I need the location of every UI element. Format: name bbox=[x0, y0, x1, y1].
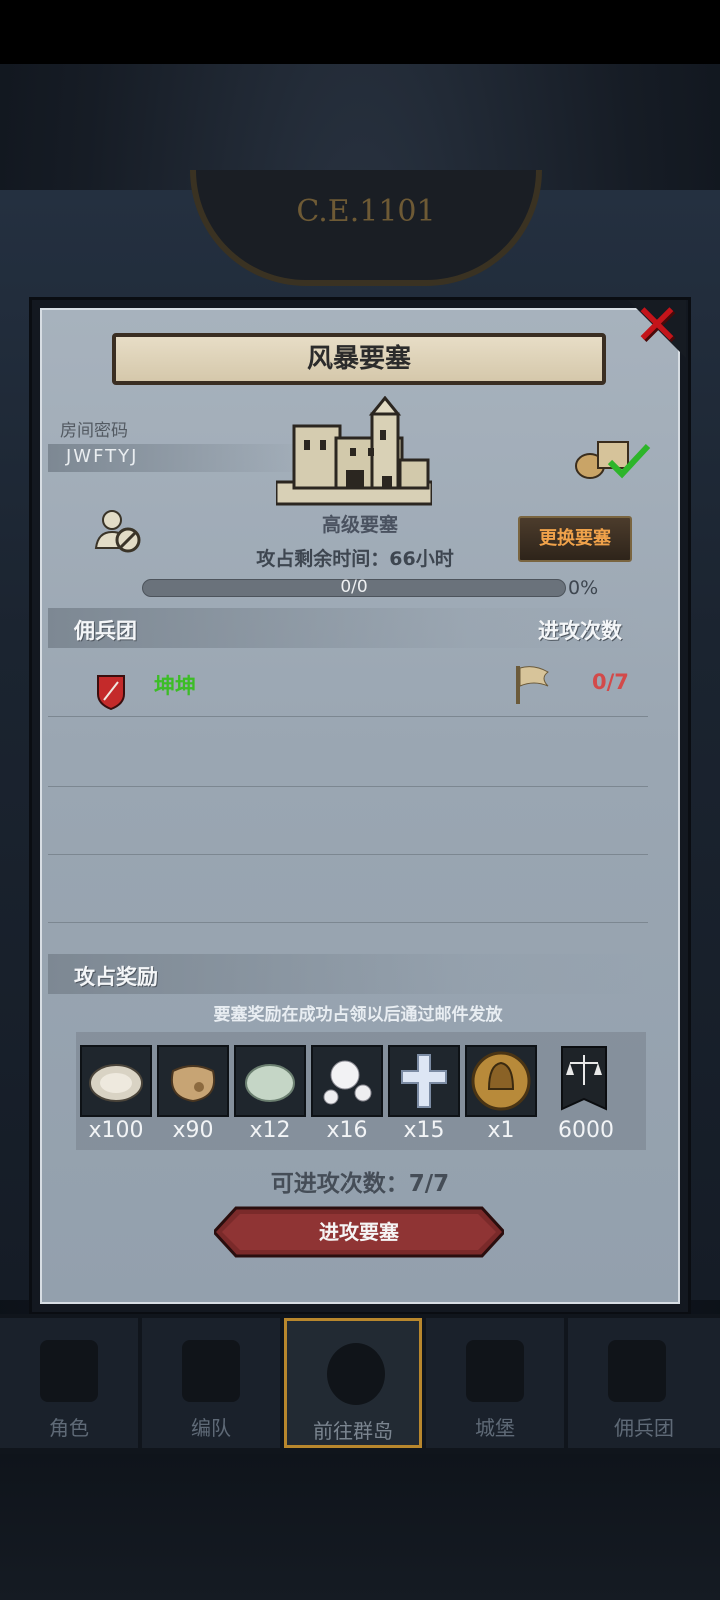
crystal-cross-icon[interactable] bbox=[388, 1045, 460, 1117]
reward-count: x15 bbox=[403, 1118, 445, 1143]
fortress-level: 高级要塞 bbox=[321, 514, 398, 536]
pouch-icon[interactable] bbox=[157, 1045, 229, 1117]
switch-fortress-label: 更换要塞 bbox=[539, 528, 611, 549]
attacks-available: 可进攻次数：7/7 bbox=[270, 1171, 450, 1197]
loot-claimed-icon bbox=[575, 441, 651, 479]
nav-label: 编队 bbox=[191, 1416, 231, 1440]
dialog-title: 风暴要塞 bbox=[306, 344, 411, 374]
nav-tab-character[interactable]: 角色 bbox=[0, 1318, 138, 1448]
reward-count: x90 bbox=[172, 1118, 214, 1143]
golden-helmet-coin-icon[interactable] bbox=[465, 1045, 537, 1117]
nav-label: 城堡 bbox=[475, 1416, 515, 1440]
no-member-icon bbox=[94, 510, 141, 553]
reward-count: x1 bbox=[487, 1118, 515, 1143]
attack-count-header: 进攻次数 bbox=[538, 619, 622, 643]
justice-scale-banner-icon[interactable] bbox=[548, 1045, 620, 1117]
reward-count: x16 bbox=[326, 1118, 368, 1143]
title-banner: 风暴要塞 bbox=[112, 333, 606, 385]
nav-tab-islands[interactable]: 前往群岛 bbox=[284, 1318, 422, 1448]
nav-tab-formation[interactable]: 编队 bbox=[142, 1318, 280, 1448]
nav-tab-mercenary[interactable]: 佣兵团 bbox=[568, 1318, 720, 1448]
character-icon bbox=[40, 1340, 98, 1402]
row-divider bbox=[48, 786, 648, 787]
era-label: C.E.1101 bbox=[296, 194, 436, 229]
member-attack-count: 0/7 bbox=[592, 670, 629, 694]
capture-progress-percent: 0% bbox=[568, 577, 599, 599]
guild-shield-icon bbox=[97, 675, 125, 710]
oyster-shell-icon[interactable] bbox=[80, 1045, 152, 1117]
rewards-header: 攻占奖励 bbox=[74, 965, 158, 989]
close-x-icon[interactable]: ✕ bbox=[630, 296, 684, 356]
nav-label: 前往群岛 bbox=[313, 1419, 393, 1443]
mercenary-header: 佣兵团 bbox=[74, 619, 137, 643]
capture-progress-text: 0/0 bbox=[340, 577, 368, 597]
reward-count: x100 bbox=[88, 1118, 144, 1143]
nav-label: 角色 bbox=[49, 1416, 89, 1440]
flag-icon bbox=[516, 666, 549, 704]
compass-icon bbox=[327, 1343, 385, 1405]
switch-fortress-button[interactable]: 更换要塞 bbox=[518, 516, 632, 562]
reward-count: x12 bbox=[249, 1118, 291, 1143]
row-divider bbox=[48, 854, 648, 855]
castle-icon bbox=[276, 396, 432, 506]
mercenary-icon bbox=[608, 1340, 666, 1402]
castle-nav-icon bbox=[466, 1340, 524, 1402]
room-code-label: 房间密码 bbox=[60, 421, 128, 441]
row-divider bbox=[48, 716, 648, 717]
capture-time-remaining: 攻占剩余时间：66小时 bbox=[256, 548, 454, 570]
reward-count: 6000 bbox=[558, 1118, 614, 1143]
knight-helmet-icon bbox=[182, 1340, 240, 1402]
nav-label: 佣兵团 bbox=[614, 1416, 674, 1440]
jade-stone-icon[interactable] bbox=[234, 1045, 306, 1117]
bottom-filler bbox=[0, 1454, 720, 1600]
row-divider bbox=[48, 922, 648, 923]
member-name: 坤坤 bbox=[154, 674, 196, 698]
status-bar bbox=[0, 0, 720, 64]
pearls-icon[interactable] bbox=[311, 1045, 383, 1117]
rewards-note: 要塞奖励在成功占领以后通过邮件发放 bbox=[213, 1005, 503, 1025]
nav-tab-castle[interactable]: 城堡 bbox=[426, 1318, 564, 1448]
attack-fortress-label: 进攻要塞 bbox=[319, 1220, 399, 1244]
room-code-value[interactable]: JWFTYJ bbox=[66, 446, 138, 467]
